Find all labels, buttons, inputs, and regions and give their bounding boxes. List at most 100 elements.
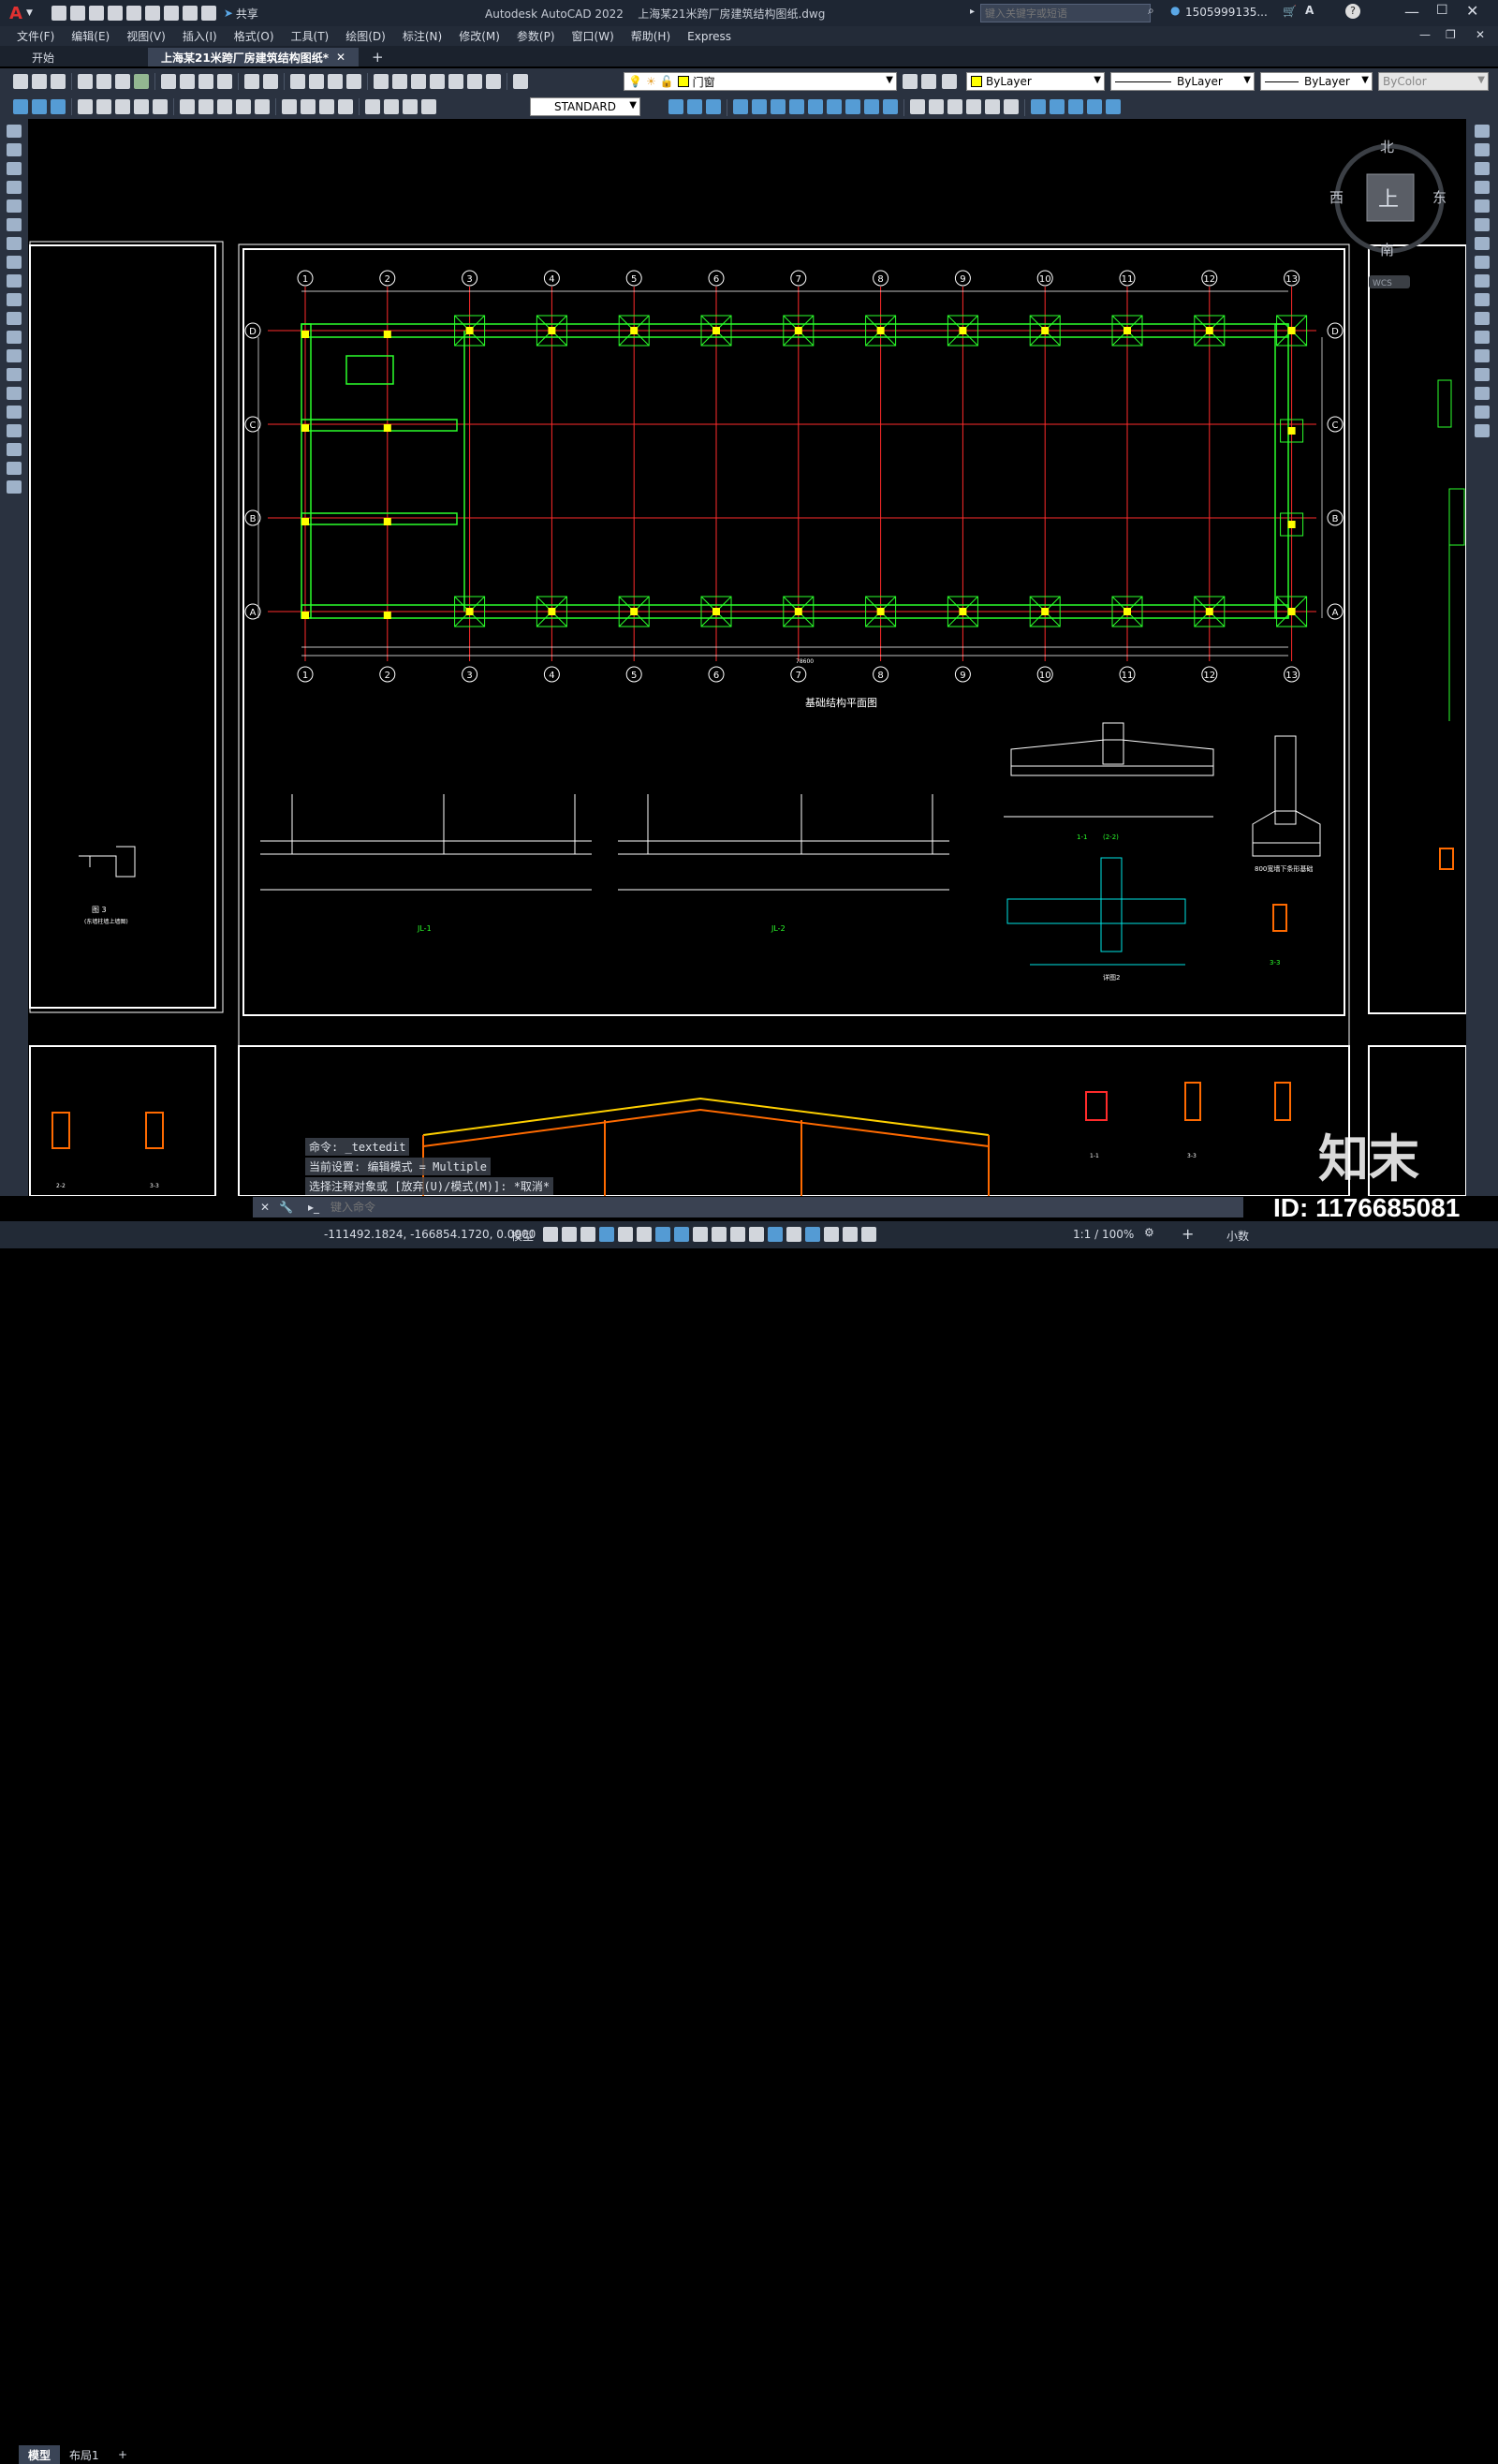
ucs-x-icon[interactable] <box>845 99 860 114</box>
save-icon[interactable] <box>88 6 104 21</box>
line-icon[interactable] <box>7 125 22 138</box>
menu-parametric[interactable]: 参数(P) <box>517 28 555 44</box>
menu-insert[interactable]: 插入(I) <box>183 28 217 44</box>
menu-window[interactable]: 窗口(W) <box>572 28 614 44</box>
polyline-icon[interactable] <box>7 162 22 175</box>
search-expand-icon[interactable]: ▸ <box>970 7 975 17</box>
front-view-icon[interactable] <box>947 99 962 114</box>
publish-icon[interactable] <box>115 74 130 89</box>
rectangle-icon[interactable] <box>7 199 22 213</box>
save-tb-icon[interactable] <box>51 74 66 89</box>
sw-iso-icon[interactable] <box>1031 99 1046 114</box>
se-iso-icon[interactable] <box>1050 99 1065 114</box>
dim-aligned-icon[interactable] <box>32 99 47 114</box>
menu-help[interactable]: 帮助(H) <box>631 28 670 44</box>
help-tb-icon[interactable] <box>486 74 501 89</box>
add-icon[interactable]: + <box>1182 1225 1194 1243</box>
revcloud-icon[interactable] <box>7 256 22 269</box>
transparency-icon[interactable] <box>712 1227 727 1242</box>
isodraft-icon[interactable] <box>637 1227 652 1242</box>
dim-space-icon[interactable] <box>236 99 251 114</box>
linetype-dropdown[interactable]: ByLayer ▼ <box>1110 72 1255 91</box>
right-view-icon[interactable] <box>985 99 1000 114</box>
open-web-icon[interactable] <box>125 6 141 21</box>
copy-object-icon[interactable] <box>1475 143 1490 156</box>
redo-tb-icon[interactable] <box>263 74 278 89</box>
make-block-icon[interactable] <box>7 349 22 362</box>
dim-linear-icon[interactable] <box>13 99 28 114</box>
move-icon[interactable] <box>1475 218 1490 231</box>
dim-continue-icon[interactable] <box>217 99 232 114</box>
construction-line-icon[interactable] <box>7 143 22 156</box>
back-view-icon[interactable] <box>1004 99 1019 114</box>
dim-jogged-icon[interactable] <box>115 99 130 114</box>
viewcube-east[interactable]: 东 <box>1432 189 1447 206</box>
polygon-icon[interactable] <box>7 181 22 194</box>
dim-ordinate-icon[interactable] <box>78 99 93 114</box>
qnew-icon[interactable] <box>13 74 28 89</box>
viewcube-north[interactable]: 北 <box>1380 139 1394 155</box>
command-close-icon[interactable]: ✕ <box>260 1201 270 1214</box>
insert-block-icon[interactable] <box>7 331 22 344</box>
tab-start[interactable]: 开始 <box>19 48 148 66</box>
lineweight-dropdown[interactable]: ByLayer ▼ <box>1260 72 1373 91</box>
menu-modify[interactable]: 修改(M) <box>459 28 500 44</box>
point-icon[interactable] <box>7 368 22 381</box>
cart-icon[interactable]: 🛒 <box>1283 5 1297 18</box>
ucs-view-icon[interactable] <box>771 99 786 114</box>
make-current-icon[interactable] <box>903 74 918 89</box>
dim-radius-icon[interactable] <box>96 99 111 114</box>
web-icon[interactable] <box>134 74 149 89</box>
arc-icon[interactable] <box>7 218 22 231</box>
units-display[interactable]: 小数 <box>1226 1228 1249 1244</box>
chamfer-icon[interactable] <box>1475 368 1490 381</box>
selection-filter-icon[interactable] <box>786 1227 801 1242</box>
annotation-visibility-icon[interactable] <box>824 1227 839 1242</box>
fillet-icon[interactable] <box>1475 387 1490 400</box>
menu-draw[interactable]: 绘图(D) <box>345 28 386 44</box>
lineweight-icon[interactable] <box>693 1227 708 1242</box>
open-icon[interactable] <box>32 74 47 89</box>
trim-icon[interactable] <box>1475 293 1490 306</box>
ellipse-icon[interactable] <box>7 293 22 306</box>
command-input[interactable] <box>329 1198 1176 1217</box>
nw-iso-icon[interactable] <box>1087 99 1102 114</box>
array-icon[interactable] <box>1475 199 1490 213</box>
break-icon[interactable] <box>1475 331 1490 344</box>
polar-icon[interactable] <box>618 1227 633 1242</box>
join-icon[interactable] <box>1475 349 1490 362</box>
user-icon[interactable]: ● <box>1170 4 1180 17</box>
close-icon[interactable]: ✕ <box>1466 2 1478 20</box>
inspection-icon[interactable] <box>319 99 334 114</box>
zoom-window-icon[interactable] <box>328 74 343 89</box>
circle-icon[interactable] <box>7 237 22 250</box>
auto-scale-icon[interactable] <box>843 1227 858 1242</box>
object-snap-tracking-icon[interactable] <box>655 1227 670 1242</box>
plot-tb-icon[interactable] <box>78 74 93 89</box>
tab-drawing[interactable]: 上海某21米跨厂房建筑结构图纸* ✕ <box>148 48 360 66</box>
dim-update-icon[interactable] <box>403 99 418 114</box>
spline-icon[interactable] <box>7 274 22 288</box>
viewcube-top[interactable]: 上 <box>1378 188 1399 212</box>
ellipse-arc-icon[interactable] <box>7 312 22 325</box>
match-prop-icon[interactable] <box>217 74 232 89</box>
layer-state-icon[interactable] <box>942 74 957 89</box>
viewcube[interactable]: 上 北 南 西 东 WCS <box>1329 139 1447 288</box>
app-menu-chevron-icon[interactable]: ▼ <box>26 8 33 18</box>
a360-icon[interactable]: A <box>1305 4 1314 17</box>
ucs-z-icon[interactable] <box>883 99 898 114</box>
model-space-toggle[interactable]: 模型 <box>511 1228 534 1244</box>
tolerance-icon[interactable] <box>282 99 297 114</box>
command-recent-icon[interactable]: ▸_ <box>308 1201 319 1214</box>
ucs-origin-icon[interactable] <box>789 99 804 114</box>
redo-icon[interactable] <box>200 6 216 21</box>
layout-tab-model[interactable]: 模型 <box>19 2445 61 2464</box>
ucs-previous-icon[interactable] <box>706 99 721 114</box>
menu-tools[interactable]: 工具(T) <box>291 28 330 44</box>
dim-style-icon[interactable] <box>421 99 436 114</box>
annotation-scale-icon[interactable] <box>861 1227 876 1242</box>
ucs-face-icon[interactable] <box>733 99 748 114</box>
add-layout-button[interactable]: + <box>109 2445 137 2464</box>
undo-icon[interactable] <box>182 6 198 21</box>
plot-icon[interactable] <box>163 6 179 21</box>
